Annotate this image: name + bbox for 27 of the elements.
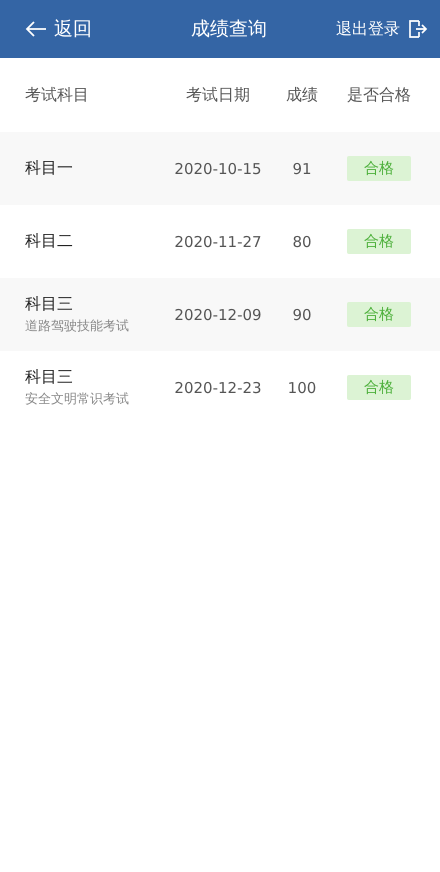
score: 100 xyxy=(286,378,318,396)
result-badge: 合格 xyxy=(347,302,411,327)
column-header: 是否合格 xyxy=(346,84,412,106)
score: 91 xyxy=(291,160,313,178)
page-title: 成绩查询 xyxy=(191,17,267,42)
subject-name: 科目三 xyxy=(25,294,74,315)
result-badge: 合格 xyxy=(347,229,411,254)
subject-name: 科目二 xyxy=(25,231,74,252)
column-header: 成绩 xyxy=(285,84,319,106)
logout-icon xyxy=(408,19,428,39)
exam-date: 2020-11-27 xyxy=(173,232,263,250)
subject-note: 道路驾驶技能考试 xyxy=(25,318,130,335)
subject-note: 安全文明常识考试 xyxy=(25,391,130,408)
exam-date: 2020-10-15 xyxy=(173,160,263,178)
back-arrow-icon xyxy=(24,20,48,38)
exam-date: 2020-12-09 xyxy=(173,306,263,324)
score: 90 xyxy=(291,306,313,324)
subject-name: 科目一 xyxy=(25,158,74,179)
exam-date: 2020-12-23 xyxy=(173,378,263,396)
subject-name: 科目三 xyxy=(25,367,74,388)
result-badge: 合格 xyxy=(347,375,411,400)
score: 80 xyxy=(291,232,313,250)
column-header: 考试科目 xyxy=(25,84,90,106)
result-badge: 合格 xyxy=(347,156,411,181)
back-button[interactable]: 返回 xyxy=(24,16,92,42)
column-header: 考试日期 xyxy=(185,84,251,106)
logout-button[interactable]: 退出登录 xyxy=(336,18,428,40)
